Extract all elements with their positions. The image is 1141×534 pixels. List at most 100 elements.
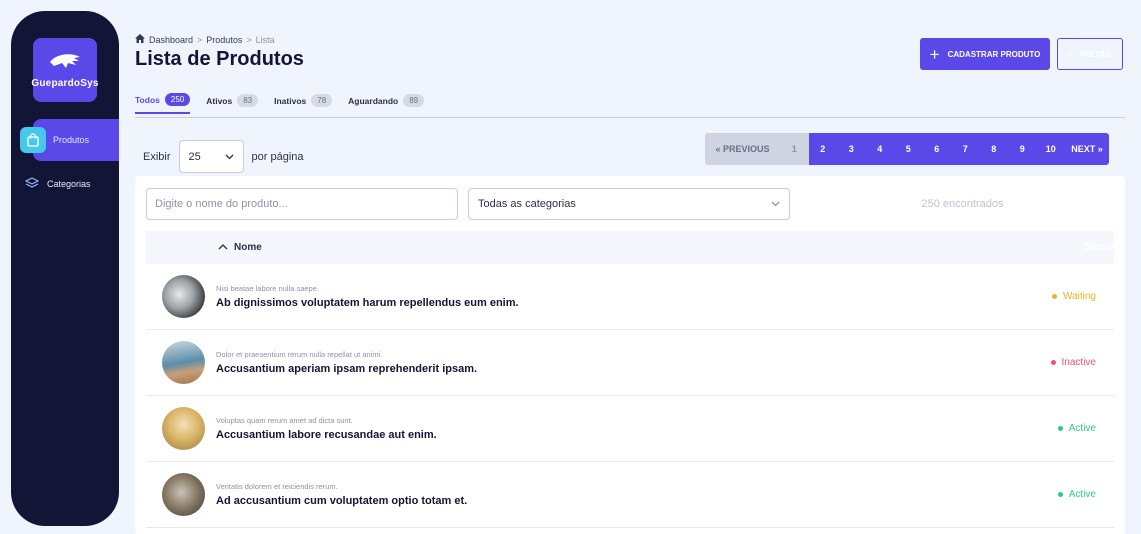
chevron-up-icon [218, 242, 228, 253]
back-label: VOLTAR [1079, 49, 1112, 59]
product-thumbnail [162, 407, 205, 450]
count-badge: 78 [311, 94, 333, 107]
plus-icon: + [929, 44, 940, 64]
main-content: Dashboard > Produtos > Lista Lista de Pr… [135, 0, 1141, 534]
status-label: Inactive [1061, 357, 1096, 368]
app-stage: GuepardoSys Produtos Categorias Dashboar… [0, 0, 1141, 534]
page-button-7[interactable]: 7 [951, 133, 980, 165]
status-badge: Waiting [1052, 291, 1096, 302]
product-thumbnail [162, 275, 205, 318]
sidebar-item-categorias[interactable]: Categorias [24, 177, 91, 191]
tab-todos[interactable]: Todos 250 [135, 93, 191, 114]
per-page-suffix: por página [251, 150, 304, 163]
product-list: Nisi beatae labore nulla saepe. Ab digni… [146, 264, 1114, 528]
product-name[interactable]: Accusantium aperiam ipsam reprehenderit … [216, 363, 477, 375]
status-dot [1057, 492, 1063, 497]
page-button-6[interactable]: 6 [922, 133, 951, 165]
status-dot [1057, 426, 1063, 431]
table-row[interactable]: Veritatis dolorem et reiciendis rerum. A… [146, 462, 1114, 528]
table-header: Nome Status [146, 231, 1114, 264]
tab-label: Aguardando [348, 95, 399, 106]
per-page-select[interactable]: 25 [178, 140, 244, 173]
filters-bar: Digite o nome do produto... Todas as cat… [146, 188, 1125, 220]
previous-page-button[interactable]: « PREVIOUS [705, 133, 780, 165]
category-select[interactable]: Todas as categorias [468, 188, 790, 220]
status-badge: Active [1057, 423, 1096, 434]
status-badge: Inactive [1050, 357, 1096, 368]
count-badge: 89 [403, 94, 425, 107]
column-header-status: Status [1083, 242, 1114, 253]
product-thumbnail [162, 473, 205, 516]
breadcrumb-dashboard[interactable]: Dashboard [149, 35, 193, 45]
sidebar: GuepardoSys Produtos Categorias [11, 11, 119, 526]
page-button-9[interactable]: 9 [1008, 133, 1037, 165]
sidebar-item-produtos[interactable]: Produtos [20, 119, 119, 161]
product-subtitle: Dolor et praesentium rerum nulla repella… [216, 350, 383, 359]
tab-label: Ativos [206, 95, 233, 106]
tab-aguardando[interactable]: Aguardando 89 [348, 93, 425, 114]
per-page-control: Exibir 25 por página [143, 140, 304, 173]
search-input[interactable]: Digite o nome do produto... [146, 188, 458, 220]
chevron-left-icon: ‹ [1068, 49, 1072, 59]
show-label: Exibir [143, 150, 171, 163]
brand-name: GuepardoSys [31, 77, 99, 89]
chevron-down-icon [771, 198, 780, 210]
page-button-2[interactable]: 2 [808, 133, 837, 165]
status-dot [1050, 360, 1056, 365]
tab-ativos[interactable]: Ativos 83 [206, 93, 259, 114]
status-badge: Active [1057, 489, 1096, 500]
table-row[interactable]: Dolor et praesentium rerum nulla repella… [146, 330, 1114, 396]
column-header-nome: Nome [234, 242, 262, 253]
layers-icon [24, 177, 40, 191]
chevron-down-icon [225, 151, 234, 163]
tab-label: Inativos [274, 95, 307, 106]
add-product-label: CADASTRAR PRODUTO [947, 49, 1041, 59]
status-dot [1052, 294, 1058, 299]
breadcrumb: Dashboard > Produtos > Lista [135, 34, 275, 45]
product-name[interactable]: Ad accusantium cum voluptatem optio tota… [216, 495, 467, 507]
tabs-divider [135, 117, 1125, 118]
products-panel: Digite o nome do produto... Todas as cat… [135, 176, 1125, 534]
page-button-3[interactable]: 3 [837, 133, 866, 165]
sidebar-item-label: Produtos [53, 135, 90, 145]
product-subtitle: Veritatis dolorem et reiciendis rerum. [216, 482, 338, 491]
tab-inativos[interactable]: Inativos 78 [274, 93, 333, 114]
page-button-10[interactable]: 10 [1036, 133, 1065, 165]
breadcrumb-separator: > [246, 34, 252, 45]
product-name[interactable]: Accusantium labore recusandae aut enim. [216, 429, 437, 441]
table-row[interactable]: Voluptas quam rerum amet ad dicta sunt. … [146, 396, 1114, 462]
cheetah-logo-icon [50, 53, 80, 68]
sidebar-item-label: Categorias [47, 179, 91, 189]
table-row[interactable]: Nisi beatae labore nulla saepe. Ab digni… [146, 264, 1114, 330]
page-button-8[interactable]: 8 [979, 133, 1008, 165]
product-subtitle: Voluptas quam rerum amet ad dicta sunt. [216, 416, 353, 425]
page-button-4[interactable]: 4 [865, 133, 894, 165]
shopping-bag-icon [20, 127, 46, 153]
breadcrumb-current: Lista [255, 34, 275, 45]
count-badge: 83 [237, 94, 259, 107]
brand-logo[interactable]: GuepardoSys [31, 38, 99, 102]
per-page-value: 25 [188, 150, 201, 163]
product-thumbnail [162, 341, 205, 384]
pagination: « PREVIOUS 1 2 3 4 5 6 7 8 9 10 NEXT » [705, 133, 1109, 165]
product-subtitle: Nisi beatae labore nulla saepe. [216, 284, 319, 293]
page-title: Lista de Produtos [135, 48, 304, 70]
page-button-5[interactable]: 5 [894, 133, 923, 165]
page-button-1[interactable]: 1 [780, 133, 809, 165]
tab-label: Todos [135, 94, 160, 105]
result-count: 250 encontrados [921, 198, 1004, 210]
next-page-button[interactable]: NEXT » [1065, 133, 1109, 165]
breadcrumb-separator: > [197, 34, 203, 45]
count-badge: 250 [164, 93, 191, 106]
breadcrumb-produtos[interactable]: Produtos [206, 35, 242, 45]
home-icon[interactable] [135, 34, 145, 45]
status-label: Waiting [1063, 291, 1096, 302]
back-button[interactable]: ‹ VOLTAR [1057, 38, 1123, 70]
add-product-button[interactable]: + CADASTRAR PRODUTO [920, 38, 1050, 70]
status-label: Active [1068, 489, 1096, 500]
status-label: Active [1068, 423, 1096, 434]
category-value: Todas as categorias [478, 198, 576, 210]
product-name[interactable]: Ab dignissimos voluptatem harum repellen… [216, 297, 519, 309]
status-tabs: Todos 250 Ativos 83 Inativos 78 Aguardan… [135, 93, 425, 114]
sort-by-name[interactable]: Nome [218, 242, 262, 253]
